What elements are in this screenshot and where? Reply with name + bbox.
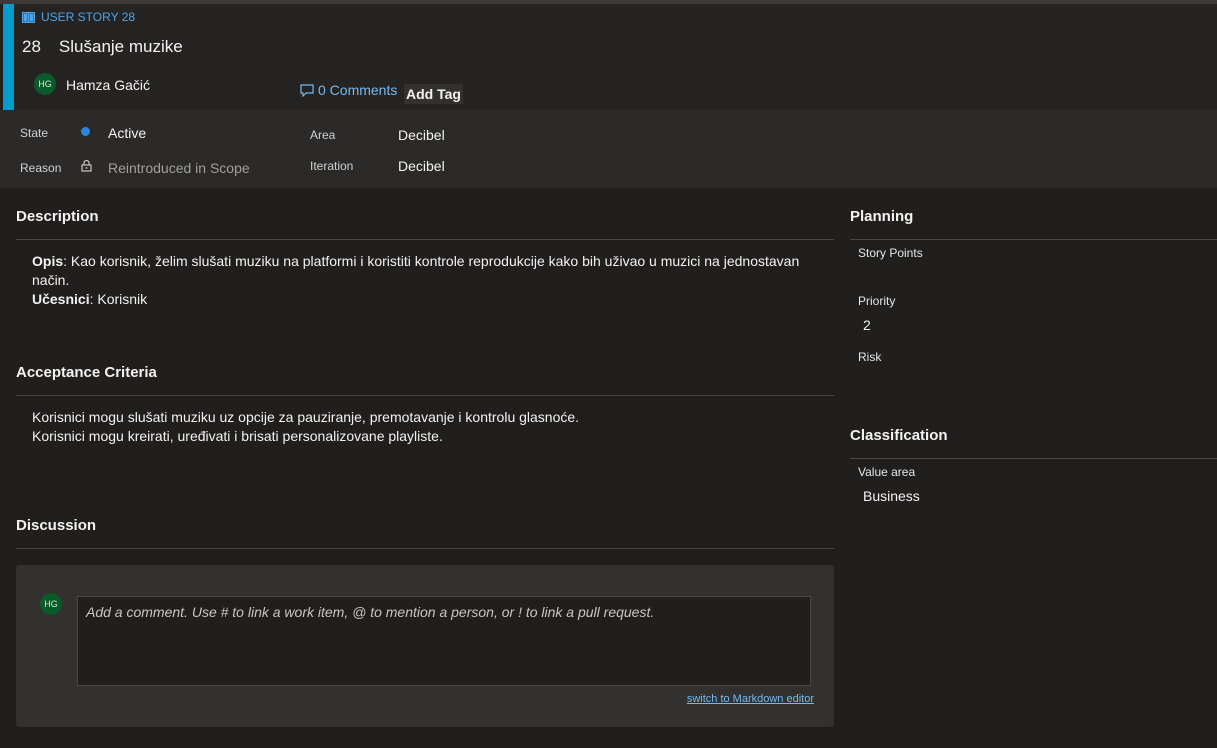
comments-link[interactable]: 0 Comments [300, 82, 397, 98]
comments-label: 0 Comments [318, 82, 398, 98]
divider [16, 548, 834, 549]
lock-icon [81, 159, 92, 172]
work-item-id: 28 [22, 37, 41, 56]
area-label: Area [310, 128, 336, 142]
priority-field[interactable]: 2 [863, 317, 871, 333]
description-editor[interactable]: Opis: Kao korisnik, želim slušati muziku… [32, 252, 822, 309]
acceptance-editor[interactable]: Korisnici mogu slušati muziku uz opcije … [32, 408, 822, 446]
reason-value: Reintroduced in Scope [108, 160, 250, 176]
opis-text: : Kao korisnik, želim slušati muziku na … [63, 253, 800, 269]
priority-label: Priority [858, 294, 896, 308]
planning-title: Planning [850, 208, 914, 225]
divider [16, 395, 834, 396]
work-item-type-accent [3, 4, 14, 110]
iteration-label: Iteration [310, 159, 354, 173]
divider [16, 239, 834, 240]
iteration-field[interactable]: Decibel [398, 158, 445, 174]
ucesnici-text: : Korisnik [89, 291, 148, 307]
state-dot-icon [81, 127, 90, 136]
work-item-title[interactable]: Slušanje muzike [59, 37, 183, 56]
page-title[interactable]: 28 Slušanje muzike [22, 37, 183, 57]
story-points-label: Story Points [858, 246, 923, 260]
story-points-field[interactable] [863, 268, 1063, 286]
acceptance-line: Korisnici mogu kreirati, uređivati i bri… [32, 428, 443, 444]
risk-label: Risk [858, 350, 882, 364]
opis-text-cont: način. [32, 272, 70, 288]
state-dropdown[interactable]: Active [108, 125, 146, 141]
work-item-type-label: USER STORY 28 [41, 10, 136, 24]
acceptance-line: Korisnici mogu slušati muziku uz opcije … [32, 409, 580, 425]
switch-markdown-link[interactable]: switch to Markdown editor [687, 693, 814, 705]
description-title: Description [16, 208, 99, 225]
value-area-field[interactable]: Business [863, 488, 920, 504]
comment-icon [300, 83, 314, 97]
divider [850, 458, 1217, 459]
add-tag-button[interactable]: Add Tag [404, 84, 463, 104]
discussion-box: HG switch to Markdown editor [16, 565, 834, 727]
fields-panel: State Active Reason Reintroduced in Scop… [0, 110, 1217, 188]
book-icon [22, 11, 35, 23]
classification-title: Classification [850, 427, 948, 444]
divider [850, 239, 1217, 240]
ucesnici-label: Učesnici [32, 291, 90, 307]
acceptance-title: Acceptance Criteria [16, 364, 157, 381]
state-label: State [20, 126, 49, 140]
discussion-title: Discussion [16, 517, 97, 534]
reason-label: Reason [20, 161, 62, 175]
work-item-type: USER STORY 28 [22, 10, 135, 24]
avatar: HG [40, 593, 62, 615]
avatar: HG [34, 73, 56, 95]
assignee-name[interactable]: Hamza Gačić [66, 77, 150, 93]
opis-label: Opis [32, 253, 64, 269]
comment-input[interactable] [77, 596, 811, 686]
value-area-label: Value area [858, 465, 916, 479]
area-field[interactable]: Decibel [398, 127, 445, 143]
work-item-header: USER STORY 28 28 Slušanje muzike HG Hamza… [14, 4, 1217, 110]
risk-field[interactable] [863, 372, 1063, 390]
